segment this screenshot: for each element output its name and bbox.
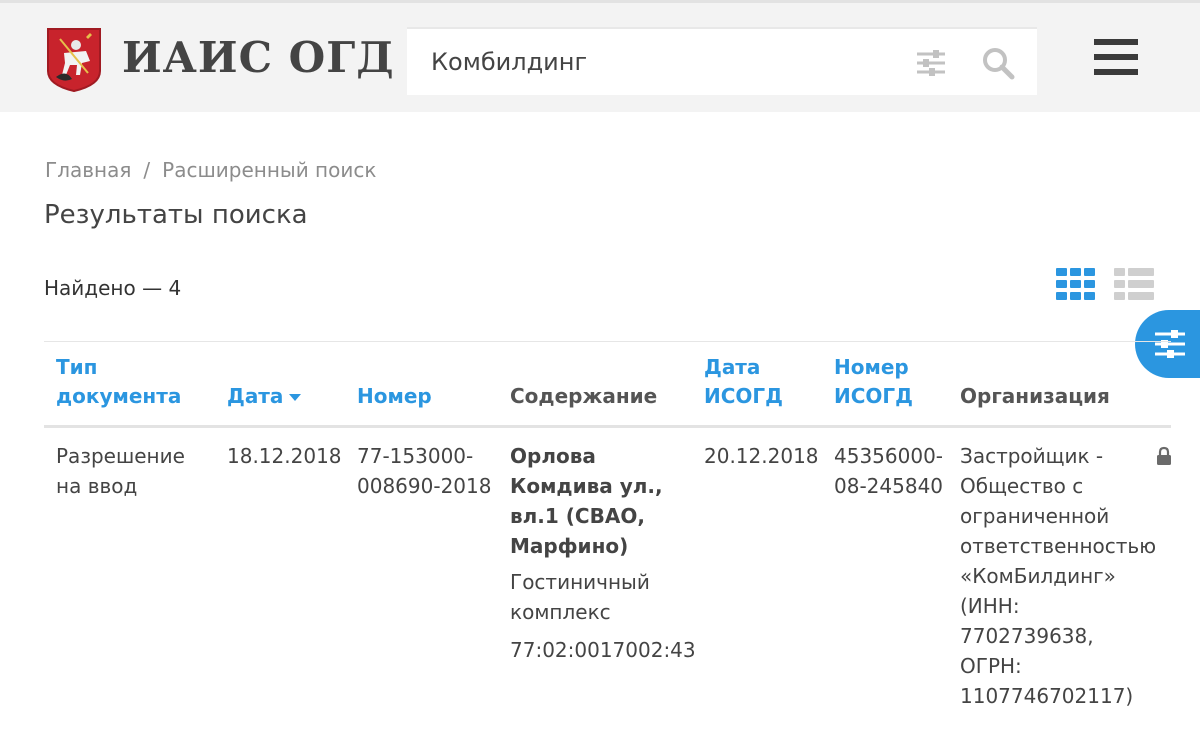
- object-description: Гостиничный комплекс: [510, 570, 650, 624]
- list-view-icon[interactable]: [1114, 268, 1154, 300]
- cell-number: 77-153000- 008690-2018: [357, 444, 492, 498]
- column-header-isogd-number[interactable]: Номер ИСОГД: [834, 353, 913, 411]
- sort-desc-icon: [289, 394, 302, 401]
- results-table: Тип документа Дата Номер Содержание Дата…: [44, 341, 1171, 728]
- hamburger-menu-icon[interactable]: [1094, 39, 1138, 75]
- table-row[interactable]: Разрешение на ввод 18.12.2018 77-153000-…: [44, 428, 1171, 728]
- column-header-date[interactable]: Дата: [227, 382, 302, 411]
- results-count: Найдено — 4: [44, 276, 182, 300]
- grid-view-icon[interactable]: [1056, 268, 1096, 300]
- lock-icon: [1157, 446, 1171, 465]
- cell-content: Орлова Комдива ул., вл.1 (СВАО, Марфино)…: [510, 441, 696, 665]
- cadastral-number: 77:02:0017002:43: [510, 638, 696, 662]
- search-input[interactable]: [431, 43, 891, 81]
- object-address: Орлова Комдива ул., вл.1 (СВАО, Марфино): [510, 444, 663, 558]
- search-box: [407, 27, 1037, 95]
- site-logo-text[interactable]: ИАИС ОГД: [122, 33, 395, 82]
- cell-isogd-number: 45356000- 08-245840: [834, 444, 944, 498]
- column-header-isogd-date[interactable]: Дата ИСОГД: [704, 353, 783, 411]
- cell-date: 18.12.2018: [227, 444, 342, 468]
- breadcrumb-home-link[interactable]: Главная: [45, 158, 131, 182]
- breadcrumb: Главная / Расширенный поиск: [45, 158, 376, 182]
- column-header-doc-type[interactable]: Тип документа: [56, 353, 181, 411]
- column-header-number[interactable]: Номер: [357, 382, 432, 411]
- search-icon[interactable]: [981, 46, 1015, 80]
- cell-doc-type: Разрешение на ввод: [56, 444, 185, 498]
- cell-isogd-date: 20.12.2018: [704, 444, 819, 468]
- column-header-content: Содержание: [510, 384, 658, 408]
- page-title: Результаты поиска: [44, 200, 308, 230]
- filter-sliders-icon[interactable]: [915, 49, 947, 77]
- breadcrumb-separator: /: [143, 158, 151, 182]
- column-header-organization: Организация: [960, 384, 1110, 408]
- table-header: Тип документа Дата Номер Содержание Дата…: [44, 341, 1171, 428]
- moscow-coat-of-arms-icon[interactable]: [46, 27, 102, 93]
- cell-organization: Застройщик - Общество с ограниченной отв…: [960, 444, 1157, 708]
- breadcrumb-current: Расширенный поиск: [162, 158, 377, 182]
- top-header: ИАИС ОГД: [0, 0, 1200, 112]
